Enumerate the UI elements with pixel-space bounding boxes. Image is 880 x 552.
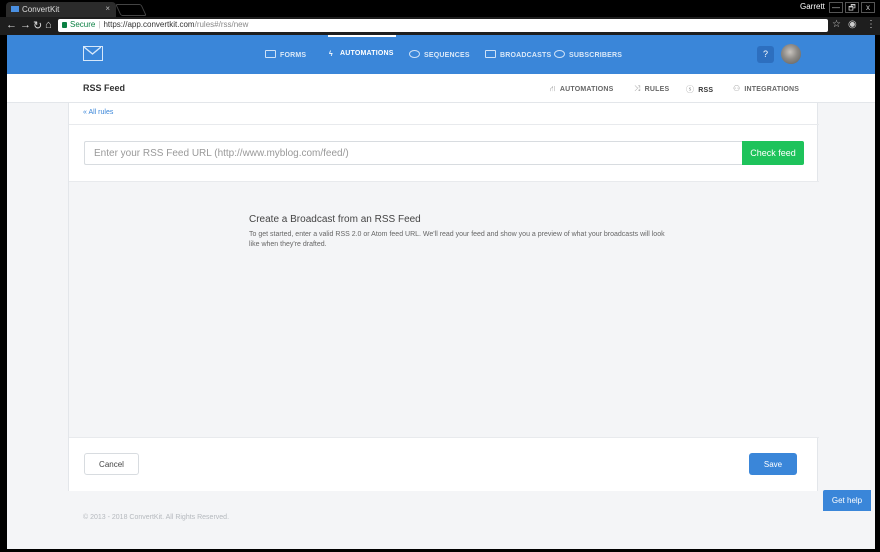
tab-close-icon[interactable]: × (105, 4, 110, 13)
preview-area: Create a Broadcast from an RSS Feed To g… (69, 181, 819, 438)
subnav-rss-label: RSS (698, 87, 714, 94)
subnav-integrations-label: INTEGRATIONS (744, 86, 800, 93)
plug-icon: ⚇ (733, 84, 741, 93)
convertkit-favicon-icon (11, 6, 19, 12)
browser-tab-bar: ConvertKit × Garrett — 🗗 x (0, 0, 880, 17)
url-path: /rules#/rss/new (194, 20, 249, 29)
subnav-automations-label: AUTOMATIONS (559, 86, 614, 93)
url-host: https://app.convertkit.com (103, 20, 195, 29)
sub-navigation: RSS Feed ⛙ AUTOMATIONS ⤨ RULES ⓢ RSS ⚇ INTEG… (7, 74, 875, 103)
subnav-rules-label: RULES (644, 86, 670, 93)
get-help-button[interactable]: Get help (823, 490, 871, 511)
nav-sequences-label: SEQUENCES (424, 52, 470, 59)
help-button[interactable]: ? (757, 46, 774, 63)
save-button[interactable]: Save (749, 453, 797, 475)
nav-broadcasts-label: BROADCASTS (500, 52, 552, 59)
nav-subscribers-label: SUBSCRIBERS (569, 52, 623, 59)
subnav-integrations[interactable]: ⚇ INTEGRATIONS (733, 84, 799, 93)
active-nav-indicator (328, 35, 396, 37)
top-navigation: FORMS ϟ AUTOMATIONS SEQUENCES BROADCASTS … (7, 35, 875, 74)
url-separator: | (98, 20, 101, 29)
nav-forms[interactable]: FORMS (265, 50, 306, 59)
forms-icon (265, 50, 276, 58)
restore-button[interactable]: 🗗 (845, 2, 859, 13)
extension-icon[interactable]: ◉ (848, 19, 857, 30)
subnav-rules[interactable]: ⤨ RULES (634, 84, 669, 94)
sequences-icon (409, 50, 420, 58)
rss-form-card: « All rules Check feed Create a Broadcas… (68, 103, 819, 491)
automation-tree-icon: ⛙ (550, 84, 556, 93)
divider (69, 124, 819, 125)
subscribers-icon (554, 50, 565, 58)
profile-name[interactable]: Garrett (800, 2, 825, 11)
footer-copyright: © 2013 - 2018 ConvertKit. All Rights Res… (83, 514, 230, 521)
secure-label: Secure (70, 20, 96, 29)
subnav-automations[interactable]: ⛙ AUTOMATIONS (550, 84, 614, 94)
forward-arrow-icon[interactable]: → (20, 19, 31, 31)
app-page: FORMS ϟ AUTOMATIONS SEQUENCES BROADCASTS … (7, 35, 875, 549)
envelope-icon (485, 50, 496, 58)
subnav-rss[interactable]: ⓢ RSS (686, 84, 713, 95)
minimize-button[interactable]: — (829, 2, 843, 13)
nav-subscribers[interactable]: SUBSCRIBERS (554, 50, 622, 59)
nav-sequences[interactable]: SEQUENCES (409, 50, 470, 59)
cancel-button[interactable]: Cancel (84, 453, 139, 475)
nav-forms-label: FORMS (280, 52, 307, 59)
page-title: RSS Feed (83, 83, 126, 93)
home-icon[interactable]: ⌂ (45, 19, 52, 31)
check-feed-button[interactable]: Check feed (742, 141, 804, 165)
preview-description: To get started, enter a valid RSS 2.0 or… (249, 231, 665, 248)
rss-icon: ⓢ (686, 85, 695, 94)
lock-icon (62, 22, 67, 28)
menu-dots-icon[interactable]: ⋮ (866, 19, 876, 30)
preview-title: Create a Broadcast from an RSS Feed (249, 214, 421, 225)
avatar[interactable] (781, 44, 801, 64)
url-field[interactable]: Secure | https://app.convertkit.com/rules#… (58, 19, 828, 32)
tab-title: ConvertKit (22, 5, 60, 14)
new-tab-button[interactable] (115, 4, 147, 16)
reload-icon[interactable]: ↻ (33, 19, 42, 32)
lightning-icon: ϟ (329, 51, 333, 58)
address-bar: ← → ↻ ⌂ Secure | https://app.convertkit.co… (0, 17, 880, 35)
nav-automations-label: AUTOMATIONS (340, 50, 394, 57)
nav-broadcasts[interactable]: BROADCASTS (485, 50, 551, 59)
all-rules-link[interactable]: « All rules (83, 109, 113, 116)
close-window-button[interactable]: x (861, 2, 875, 13)
browser-tab[interactable]: ConvertKit × (6, 2, 116, 17)
shuffle-icon: ⤨ (634, 84, 641, 93)
back-arrow-icon[interactable]: ← (6, 19, 17, 31)
rss-url-input[interactable] (84, 141, 742, 165)
bookmark-star-icon[interactable]: ☆ (832, 19, 841, 30)
convertkit-logo-icon[interactable] (83, 46, 103, 61)
nav-automations[interactable]: ϟ AUTOMATIONS (329, 50, 394, 59)
